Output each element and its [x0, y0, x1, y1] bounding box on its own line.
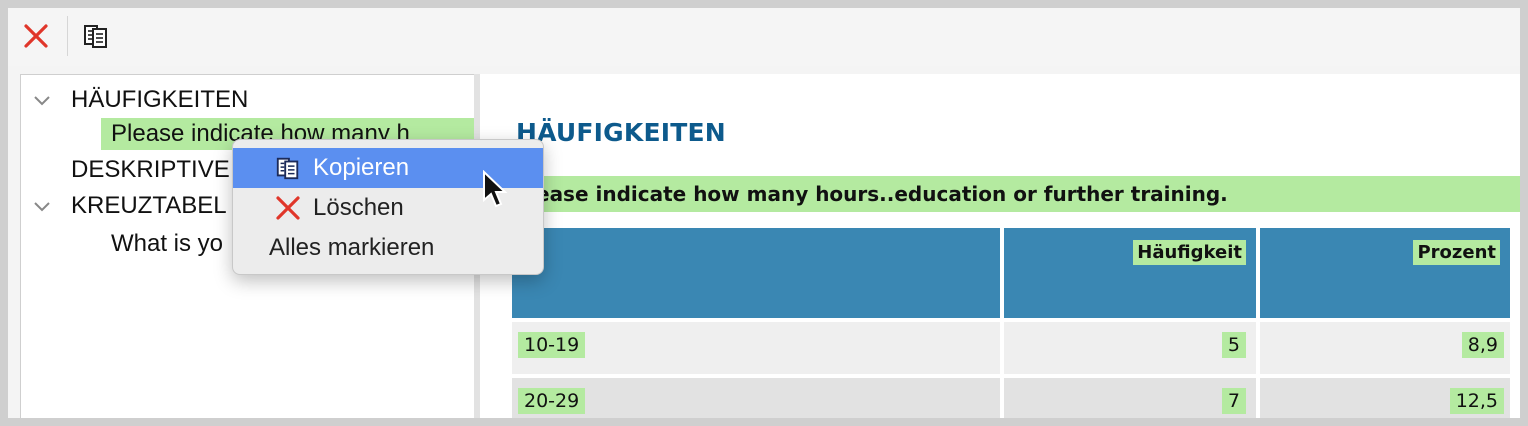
copy-document-icon: [84, 25, 107, 48]
output-content: HÄUFIGKEITEN ease indicate how many hour…: [480, 74, 1520, 418]
row-label: 20-29: [518, 388, 586, 414]
table-row: 10-19: [512, 322, 1000, 374]
percent-value: 12,5: [1449, 388, 1504, 414]
frequency-value: 5: [1221, 332, 1246, 358]
output-window: HÄUFIGKEITEN Please indicate how many h …: [8, 8, 1520, 418]
row-label: 10-19: [518, 332, 586, 358]
close-x-red-icon: [276, 196, 300, 220]
tree-item-deskriptive[interactable]: DESKRIPTIVE: [71, 155, 230, 185]
copy-document-icon: [276, 157, 299, 180]
table-header-cell: [512, 228, 1000, 318]
table-cell: 5: [1004, 322, 1256, 374]
table-header-cell: Häufigkeit: [1004, 228, 1256, 318]
menu-item-alles-markieren[interactable]: Alles markieren: [233, 228, 543, 268]
table-cell: 7: [1004, 378, 1256, 418]
menu-item-label: Löschen: [313, 194, 404, 221]
delete-button[interactable]: [18, 18, 54, 54]
tree-item-what-is[interactable]: What is yo: [111, 229, 223, 259]
chevron-down-icon[interactable]: [31, 89, 53, 111]
column-header-prozent: Prozent: [1413, 240, 1500, 265]
toolbar-separator: [67, 16, 68, 56]
tree-item-kreuztabellen[interactable]: KREUZTABEL: [71, 191, 227, 221]
table-cell: 8,9: [1260, 322, 1510, 374]
toolbar: [8, 8, 1520, 66]
menu-item-label: Alles markieren: [269, 234, 435, 261]
section-heading: HÄUFIGKEITEN: [516, 118, 726, 147]
tree-item-haeufigkeiten[interactable]: HÄUFIGKEITEN: [71, 85, 248, 115]
chevron-down-icon[interactable]: [31, 195, 53, 217]
column-header-haeufigkeit: Häufigkeit: [1133, 240, 1246, 265]
menu-item-label: Kopieren: [313, 154, 410, 181]
percent-value: 8,9: [1461, 332, 1504, 358]
mouse-cursor-icon: [483, 170, 508, 208]
table-header-cell: Prozent: [1260, 228, 1510, 318]
table-row: 20-29: [512, 378, 1000, 418]
table-cell: 12,5: [1260, 378, 1510, 418]
copy-button[interactable]: [78, 18, 114, 54]
table-title: ease indicate how many hours..education …: [480, 176, 1520, 212]
table-title-text: ease indicate how many hours..education …: [536, 182, 1228, 206]
frequency-value: 7: [1221, 388, 1246, 414]
close-x-red-icon: [24, 24, 48, 48]
